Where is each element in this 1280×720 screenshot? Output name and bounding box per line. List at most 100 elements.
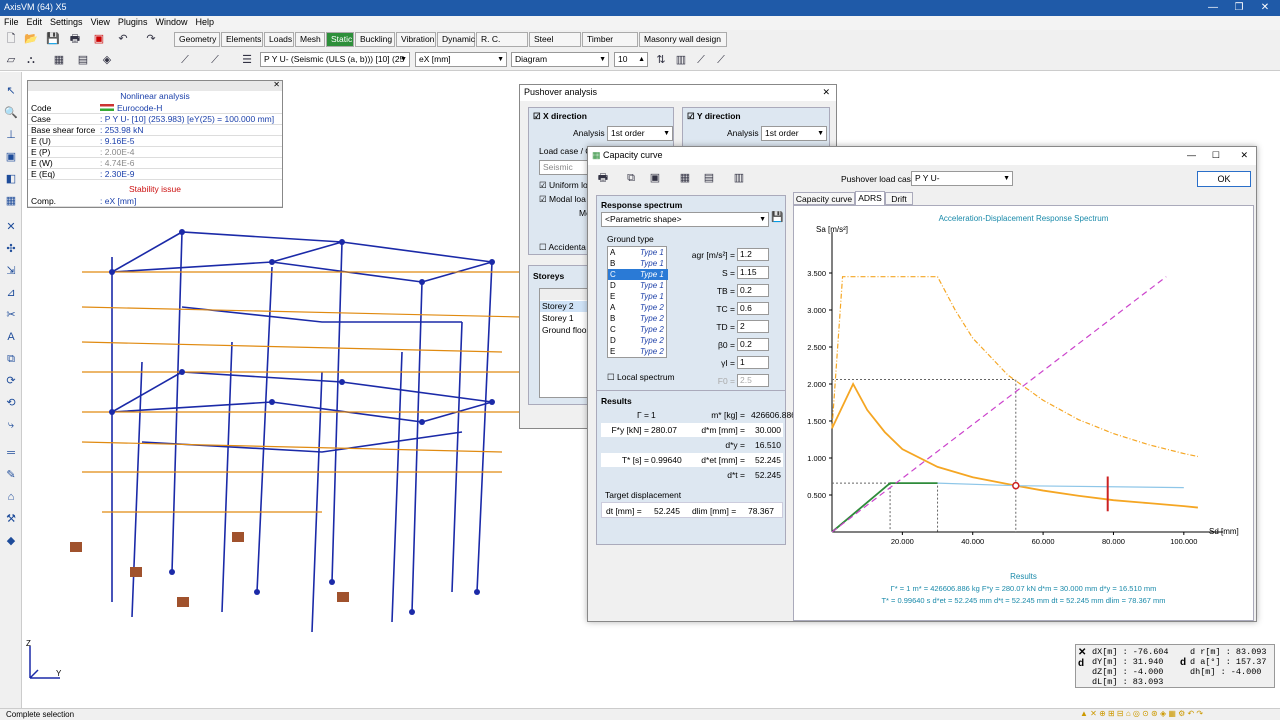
node-icon[interactable]: ✕	[2, 218, 20, 236]
ground-type-item[interactable]: B Type 1	[608, 258, 668, 269]
tab-vibration[interactable]: Vibration	[396, 32, 436, 47]
colors-icon[interactable]: ▦	[2, 192, 20, 210]
menu-help[interactable]: Help	[191, 16, 218, 28]
ground-type-item[interactable]: A Type 2	[608, 302, 668, 313]
pointer-icon[interactable]: ↖	[2, 82, 20, 100]
local-spectrum-checkbox[interactable]: ☐ Local spectrum	[607, 372, 675, 383]
print-icon[interactable]: 🖶	[594, 169, 612, 187]
close-icon[interactable]: ✕	[1240, 147, 1248, 164]
modal-checkbox[interactable]: ☑ Modal loa	[539, 194, 586, 205]
tab-capacity-curve[interactable]: Capacity curve	[793, 192, 855, 205]
new-file-icon[interactable]: 🗋	[2, 30, 20, 48]
measure-icon[interactable]: ⊿	[2, 284, 20, 302]
tab-elements[interactable]: Elements	[221, 32, 263, 47]
ok-button[interactable]: OK	[1197, 171, 1251, 187]
legend-icon[interactable]: ▥	[672, 51, 690, 69]
close-icon[interactable]: ✕	[822, 85, 830, 100]
tab-mesh[interactable]: Mesh	[295, 32, 325, 47]
save-icon[interactable]: 💾	[44, 30, 62, 48]
minimize-icon[interactable]: —	[1187, 147, 1196, 164]
table-icon[interactable]: ▦	[676, 169, 694, 187]
ground-type-item[interactable]: C Type 2	[608, 324, 668, 335]
uniform-checkbox[interactable]: ☑ Uniform lo	[539, 180, 588, 191]
chart2-icon[interactable]: ⟋	[712, 51, 730, 69]
x-direction-checkbox[interactable]: ☑ X direction	[533, 111, 587, 122]
layers-icon[interactable]: ◈	[98, 51, 116, 69]
move-icon[interactable]: ✣	[2, 240, 20, 258]
analysis-y-select[interactable]: 1st order ▼	[761, 126, 827, 141]
redo-icon[interactable]: ↷	[142, 30, 160, 48]
undo-icon[interactable]: ↶	[114, 30, 132, 48]
ground-type-item[interactable]: D Type 2	[608, 335, 668, 346]
tab-geometry[interactable]: Geometry	[174, 32, 220, 47]
tab-timber-design[interactable]: Timber design	[582, 32, 638, 57]
close-icon[interactable]: ✕	[273, 80, 280, 89]
scale-icon[interactable]: ⇅	[652, 51, 670, 69]
perspective-icon[interactable]: ▱	[2, 51, 20, 69]
library-icon[interactable]: ▣	[646, 169, 664, 187]
views-icon[interactable]: ▣	[2, 148, 20, 166]
spectrum-icon[interactable]: ▥	[730, 169, 748, 187]
axes-icon[interactable]: ⊥	[2, 126, 20, 144]
ruler-icon[interactable]: ═	[2, 444, 20, 462]
ground-type-item[interactable]: A Type 1	[608, 247, 668, 258]
param-input[interactable]: 0.2	[737, 338, 769, 351]
tab-steel-design[interactable]: Steel design	[529, 32, 581, 57]
tab-drift[interactable]: Drift	[885, 192, 913, 205]
menu-plugins[interactable]: Plugins	[114, 16, 152, 28]
report-icon[interactable]: ▤	[700, 169, 718, 187]
ground-type-item[interactable]: E Type 1	[608, 291, 668, 302]
ground-type-item[interactable]: E Type 2	[608, 346, 668, 357]
open-folder-icon[interactable]: 📂	[22, 30, 40, 48]
ground-type-item[interactable]: C Type 1	[608, 269, 668, 280]
zoom-icon[interactable]: 🔍	[2, 104, 20, 122]
display-select[interactable]: Diagram ▼	[511, 52, 609, 67]
tools-icon[interactable]: ⚒	[2, 510, 20, 528]
param-input[interactable]: 1.2	[737, 248, 769, 261]
tab-masonry-wall-design[interactable]: Masonry wall design	[639, 32, 727, 47]
brush-icon[interactable]: ✎	[2, 466, 20, 484]
dimension-icon[interactable]: ⇲	[2, 262, 20, 280]
component-select[interactable]: eX [mm] ▼	[415, 52, 507, 67]
param-input[interactable]: 0.2	[737, 284, 769, 297]
menu-view[interactable]: View	[87, 16, 114, 28]
ground-type-item[interactable]: B Type 2	[608, 313, 668, 324]
warning-icon[interactable]: ◆	[2, 532, 20, 550]
table-icon[interactable]: ▦	[50, 51, 68, 69]
render-icon[interactable]: ◧	[2, 170, 20, 188]
accidental-checkbox[interactable]: ☐ Accidenta	[539, 242, 586, 253]
pdf-icon[interactable]: ▣	[90, 30, 108, 48]
param-input[interactable]: 0.6	[737, 302, 769, 315]
menu-file[interactable]: File	[0, 16, 23, 28]
seismic-select[interactable]: Seismic	[539, 160, 593, 175]
param-input[interactable]: 2.5	[737, 374, 769, 387]
diagram1-icon[interactable]: ⟋	[176, 51, 194, 69]
section-icon[interactable]: ⧉	[2, 350, 20, 368]
rotate-icon[interactable]: ⟳	[2, 372, 20, 390]
list-icon[interactable]: ☰	[238, 51, 256, 69]
count-spinner[interactable]: 10 ▲	[614, 52, 648, 67]
menu-window[interactable]: Window	[151, 16, 191, 28]
close-button[interactable]: ✕	[1252, 0, 1278, 16]
tab-buckling[interactable]: Buckling	[355, 32, 395, 47]
spectrum-shape-select[interactable]: <Parametric shape> ▼	[601, 212, 769, 227]
analysis-x-select[interactable]: 1st order ▼	[607, 126, 673, 141]
param-input[interactable]: 1.15	[737, 266, 769, 279]
model-icon[interactable]: ⛬	[22, 51, 40, 69]
copy-icon[interactable]: ⧉	[622, 169, 640, 187]
cut-icon[interactable]: ✂	[2, 306, 20, 324]
tab-r-c-design[interactable]: R. C. Design	[476, 32, 528, 57]
print-icon[interactable]: 🖶	[66, 30, 84, 48]
maximize-button[interactable]: ❐	[1226, 0, 1252, 16]
pipe-icon[interactable]: ⤷	[2, 416, 20, 434]
tab-loads[interactable]: Loads	[264, 32, 294, 47]
y-direction-checkbox[interactable]: ☑ Y direction	[687, 111, 741, 122]
mirror-icon[interactable]: ⟲	[2, 394, 20, 412]
chart-icon[interactable]: ⟋	[692, 51, 710, 69]
menu-edit[interactable]: Edit	[23, 16, 47, 28]
text-icon[interactable]: A	[2, 328, 20, 346]
menu-settings[interactable]: Settings	[46, 16, 87, 28]
building-icon[interactable]: ⌂	[2, 488, 20, 506]
tab-dynamic[interactable]: Dynamic	[437, 32, 475, 47]
param-input[interactable]: 1	[737, 356, 769, 369]
